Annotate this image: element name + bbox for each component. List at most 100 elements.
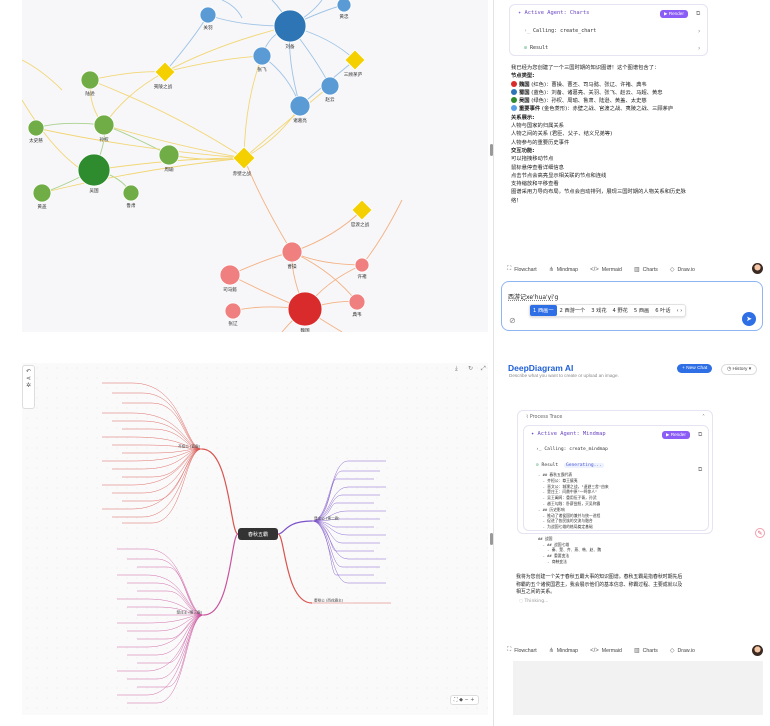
node-circle[interactable] (80, 70, 100, 90)
node-circle[interactable] (281, 241, 303, 263)
chevron-right-icon[interactable]: › (698, 28, 700, 35)
node-circle[interactable] (287, 291, 323, 327)
prompt-input[interactable]: 西游记xe'hua'yi'g (508, 292, 558, 301)
result-row[interactable]: ⊘ Result Generating... (536, 463, 604, 468)
knowledge-graph[interactable]: 关羽刘备 黄忠张飞赵云诸葛亮 三顾茅庐夷陵之战赤壁之战官渡之战 陆逊孙权 太史慈吴国 周瑜… (22, 0, 488, 332)
node-circle[interactable] (224, 302, 242, 320)
tab-mindmap[interactable]: ⋔ Mindmap (549, 647, 578, 655)
branch-label[interactable]: 晋文公 (第二霸) (314, 516, 340, 521)
node-circle[interactable] (219, 264, 241, 286)
graph-node-simayi[interactable]: 司马懿 (219, 264, 241, 293)
graph-node-zhangfei[interactable]: 张飞 (252, 46, 272, 73)
calling-row[interactable]: ›_ Calling: create_mindmap (536, 447, 608, 452)
tab-flowchart[interactable]: ⛶ Flowchart (507, 647, 537, 654)
graph-canvas[interactable]: 关羽 刘备 黄忠 张飞 赵云 诸葛亮 三顾茅庐 夷陵之战 赤壁之战 官渡之战 陆逊 孙权 太史慈 吴国 周瑜… (22, 0, 488, 332)
tab-drawio[interactable]: ◇ Draw.io (670, 647, 695, 655)
download-icon[interactable]: ⤓ (455, 365, 458, 373)
refresh-icon[interactable]: ↻ (468, 365, 473, 372)
ime-candidate[interactable]: 3 戏花 (588, 305, 609, 316)
event-diamond[interactable] (232, 146, 256, 170)
branch-label[interactable]: 楚庄王 (第三霸) (176, 610, 202, 615)
graph-node-weiguo[interactable]: 魏国 (287, 291, 323, 332)
node-circle[interactable] (93, 114, 115, 136)
graph-node-sanguyaolu[interactable]: 三顾茅庐 (344, 49, 366, 78)
sparkle-icon[interactable]: ✲ (23, 382, 34, 389)
mindmap-canvas[interactable]: 春秋五霸 齐桓公 (首霸) 晋文公 (第二霸) 楚庄王 (第三霸) 秦穆公 (西戎霸主) (22, 363, 488, 715)
avatar[interactable] (752, 645, 763, 656)
graph-node-lumeng[interactable]: 鲁肃 (122, 184, 140, 209)
event-diamond[interactable] (344, 49, 366, 71)
mindmap[interactable]: 春秋五霸 齐桓公 (首霸) 晋文公 (第二霸) 楚庄王 (第三霸) 秦穆公 (西戎霸主) (22, 363, 488, 715)
floating-action-icon[interactable]: ✎ (755, 528, 765, 538)
graph-node-huangzhong[interactable]: 黄忠 (336, 0, 352, 20)
undo-icon[interactable]: ↶ (23, 368, 34, 375)
graph-node-sunquan[interactable]: 孙权 (93, 114, 115, 143)
node-circle[interactable] (252, 46, 272, 66)
prompt-input-area[interactable] (513, 661, 763, 715)
mindmap-root[interactable]: 春秋五霸 (238, 528, 278, 540)
tab-drawio[interactable]: ◇ Draw.io (670, 266, 695, 274)
graph-node-zhaoyun[interactable]: 赵云 (320, 76, 340, 103)
tab-flowchart[interactable]: ⛶ Flowchart (507, 266, 537, 273)
history-button[interactable]: ◷ History ▾ (721, 364, 758, 375)
graph-node-guandu[interactable]: 官渡之战 (351, 199, 373, 228)
result-row[interactable]: ⊘ Result (524, 45, 548, 51)
chevron-up-icon[interactable]: ˄ (702, 414, 705, 421)
copy-icon[interactable]: ⧉ (698, 431, 702, 439)
branch-label[interactable]: 秦穆公 (西戎霸主) (314, 598, 344, 603)
share-icon[interactable]: ⋖ (23, 375, 34, 382)
tab-mermaid[interactable]: </> Mermaid (590, 267, 622, 273)
avatar[interactable] (752, 263, 763, 274)
graph-node-zhugeliang[interactable]: 诸葛亮 (289, 95, 311, 124)
fullscreen-icon[interactable]: ⤢ (481, 365, 486, 373)
attachment-icon[interactable]: ⊘ (509, 316, 516, 325)
node-circle[interactable] (273, 9, 307, 43)
graph-node-caocao[interactable]: 曹操 (281, 241, 303, 270)
node-circle[interactable] (199, 6, 217, 24)
node-circle[interactable] (77, 153, 111, 187)
ime-candidate[interactable]: 1 西画一 (530, 305, 557, 316)
ime-candidate[interactable]: 2 西游一个 (557, 305, 589, 316)
graph-node-lusu[interactable]: 陆逊 (80, 70, 100, 97)
node-circle[interactable] (336, 0, 352, 13)
copy-icon[interactable]: ⧉ (698, 466, 702, 474)
ime-candidate[interactable]: 5 西画 (631, 305, 652, 316)
node-circle[interactable] (320, 76, 340, 96)
graph-node-huanggai[interactable]: 黄盖 (32, 183, 52, 210)
node-circle[interactable] (32, 183, 52, 203)
graph-node-zhangliao[interactable]: 张辽 (224, 302, 242, 327)
node-circle[interactable] (348, 293, 366, 311)
node-circle[interactable] (354, 257, 370, 273)
graph-nodes[interactable]: 关羽刘备 黄忠张飞赵云诸葛亮 三顾茅庐夷陵之战赤壁之战官渡之战 陆逊孙权 太史慈吴国 周瑜… (27, 0, 373, 332)
copy-icon[interactable]: ⧉ (696, 10, 700, 18)
graph-node-guanyu[interactable]: 关羽 (199, 6, 217, 31)
tab-charts[interactable]: ▥ Charts (634, 647, 658, 655)
graph-node-taishici[interactable]: 太史慈 (27, 119, 45, 144)
send-button[interactable]: ➤ (742, 312, 756, 326)
tab-mindmap[interactable]: ⋔ Mindmap (549, 266, 578, 274)
render-badge[interactable]: ▶ Render (660, 10, 688, 18)
tab-mermaid[interactable]: </> Mermaid (590, 648, 622, 654)
branch-label[interactable]: 齐桓公 (首霸) (178, 444, 201, 449)
process-trace-header[interactable]: ⌇ Process Trace (526, 415, 562, 420)
graph-node-xuchu[interactable]: 许褚 (354, 257, 370, 280)
ime-candidate[interactable]: 4 野花 (610, 305, 631, 316)
ime-page-arrows-icon[interactable]: ‹ › (674, 306, 686, 316)
zoom-controls[interactable]: ⛶ ◆ − + (450, 695, 479, 705)
mindmap-labels[interactable]: 春秋五霸 齐桓公 (首霸) 晋文公 (第二霸) 楚庄王 (第三霸) 秦穆公 (西戎霸主) (176, 444, 343, 615)
event-diamond[interactable] (154, 61, 176, 83)
node-circle[interactable] (158, 144, 180, 166)
graph-node-dianwei[interactable]: 典韦 (348, 293, 366, 318)
ime-candidate[interactable]: 6 叶话 (652, 305, 673, 316)
node-circle[interactable] (27, 119, 45, 137)
render-badge[interactable]: ▶ Render (662, 431, 690, 439)
node-circle[interactable] (122, 184, 140, 202)
chevron-right-icon[interactable]: › (698, 45, 700, 52)
node-circle[interactable] (289, 95, 311, 117)
tab-charts[interactable]: ▥ Charts (634, 266, 658, 274)
graph-node-wuguo[interactable]: 吴国 (77, 153, 111, 194)
ime-candidate-bar[interactable]: 1 西画一 2 西游一个 3 戏花 4 野花 5 西画 6 叶话 ‹ › (529, 304, 687, 317)
new-chat-button[interactable]: + New Chat (677, 364, 713, 373)
calling-row[interactable]: ›_ Calling: create_chart (524, 28, 596, 34)
graph-node-liubei[interactable]: 刘备 (273, 9, 307, 50)
